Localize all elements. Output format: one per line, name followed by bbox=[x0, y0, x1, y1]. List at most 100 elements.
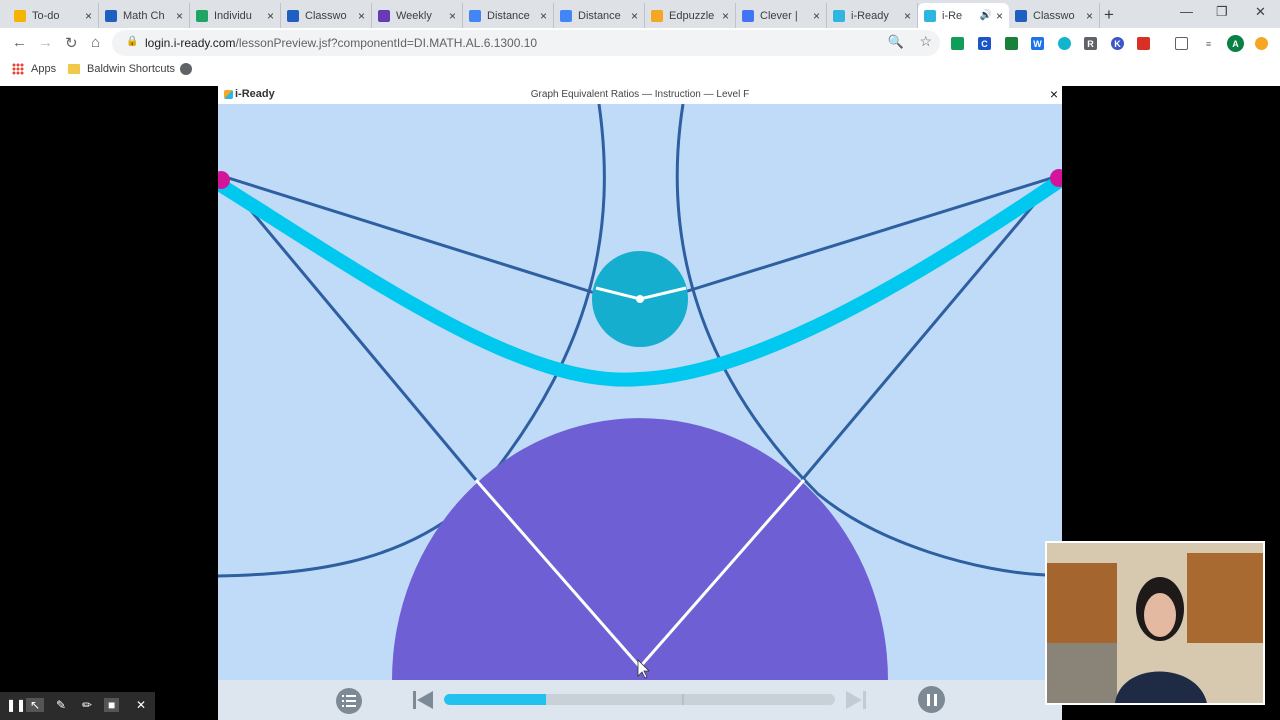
lesson-header: i-Ready Graph Equivalent Ratios — Instru… bbox=[218, 86, 1062, 104]
close-tab-icon[interactable]: × bbox=[813, 9, 820, 23]
recorder-pen-icon[interactable]: ✎ bbox=[56, 698, 66, 712]
browser-tab[interactable]: Clever | × bbox=[736, 3, 827, 28]
browser-tab[interactable]: Edpuzzle × bbox=[645, 3, 736, 28]
close-tab-icon[interactable]: × bbox=[722, 9, 729, 23]
close-tab-icon[interactable]: × bbox=[904, 9, 911, 23]
tab-strip: To-do × Math Ch × Individu × Classwo × Weekly × Di… bbox=[0, 0, 1280, 28]
browser-tab[interactable]: Distance × bbox=[554, 3, 645, 28]
recorder-pointer-icon[interactable]: ↖ bbox=[26, 698, 45, 712]
close-tab-icon[interactable]: × bbox=[358, 9, 365, 23]
close-tab-icon[interactable]: × bbox=[540, 9, 547, 23]
bookmark-apps[interactable]: Apps bbox=[12, 63, 56, 75]
browser-tab-label: i-Re bbox=[942, 9, 963, 22]
reload-icon[interactable]: ↻ bbox=[65, 34, 78, 52]
lesson-animation bbox=[218, 104, 1062, 680]
google-docs-icon bbox=[560, 9, 572, 22]
bookmark-star-icon[interactable]: ☆ bbox=[919, 33, 932, 50]
close-tab-icon[interactable]: × bbox=[631, 9, 638, 23]
close-tab-icon[interactable]: × bbox=[1086, 9, 1093, 23]
extension-w-icon[interactable]: W bbox=[1031, 37, 1044, 50]
lock-icon[interactable]: 🔒 bbox=[126, 36, 138, 47]
profile-avatar[interactable]: A bbox=[1227, 35, 1244, 52]
close-window-button[interactable]: ✕ bbox=[1255, 4, 1266, 20]
browser-tab[interactable]: Classwo × bbox=[1009, 3, 1100, 28]
extension-classroom-icon[interactable] bbox=[951, 37, 964, 50]
google-docs-icon bbox=[469, 9, 481, 22]
browser-tab-label: Individu bbox=[214, 9, 252, 22]
browser-tab[interactable]: Weekly × bbox=[372, 3, 463, 28]
player-controls bbox=[218, 680, 1062, 720]
url-host: login.i-ready.com bbox=[145, 36, 236, 50]
google-classroom-icon bbox=[105, 9, 117, 22]
close-tab-icon[interactable]: × bbox=[449, 9, 456, 23]
recorder-camera-icon[interactable]: ■ bbox=[104, 698, 120, 712]
minimize-button[interactable]: — bbox=[1180, 4, 1193, 19]
queue-icon[interactable]: ≡ bbox=[1202, 37, 1215, 50]
speaker-icon[interactable]: 🔊 bbox=[980, 10, 992, 21]
arc-line-left-upper bbox=[221, 174, 599, 296]
edpuzzle-icon bbox=[651, 9, 663, 22]
browser-tab[interactable]: Individu × bbox=[190, 3, 281, 28]
pause-button[interactable] bbox=[918, 686, 945, 713]
bookmark-globe[interactable] bbox=[180, 63, 192, 75]
small-wheel-hub bbox=[636, 295, 644, 303]
browser-tab[interactable]: Math Ch × bbox=[99, 3, 190, 28]
bookmarks-bar: Apps Baldwin Shortcuts bbox=[0, 58, 1280, 82]
close-tab-icon[interactable]: × bbox=[85, 9, 92, 23]
browser-tab[interactable]: To-do × bbox=[8, 3, 99, 28]
bookmark-baldwin-shortcuts[interactable]: Baldwin Shortcuts bbox=[68, 63, 175, 75]
arc-line-right-diagonal bbox=[800, 175, 1060, 481]
google-classroom-icon bbox=[14, 9, 26, 22]
globe-icon bbox=[180, 63, 192, 75]
restore-button[interactable]: ❐ bbox=[1216, 4, 1228, 20]
previous-button[interactable] bbox=[413, 691, 433, 709]
cast-icon[interactable] bbox=[1175, 37, 1188, 50]
close-tab-icon[interactable]: × bbox=[996, 9, 1003, 23]
browser-tab[interactable]: i-Ready × bbox=[827, 3, 918, 28]
browser-toolbar: ← → ↻ ⌂ 🔒 login.i-ready.com/lessonPrevie… bbox=[0, 28, 1280, 58]
google-classroom-icon bbox=[1015, 9, 1027, 22]
recorder-highlighter-icon[interactable]: ✏ bbox=[82, 698, 92, 712]
recorder-pause-icon[interactable]: ❚❚ bbox=[6, 698, 26, 712]
update-icon[interactable] bbox=[1255, 37, 1268, 50]
browser-tab-label: To-do bbox=[32, 9, 60, 22]
progress-section-marker bbox=[682, 694, 684, 705]
bookmark-apps-label: Apps bbox=[31, 63, 57, 75]
back-icon[interactable]: ← bbox=[12, 34, 27, 51]
extension-r-icon[interactable]: R bbox=[1084, 37, 1097, 50]
recorder-close-icon[interactable]: ✕ bbox=[136, 698, 146, 712]
extension-record-icon[interactable] bbox=[1137, 37, 1150, 50]
menu-button[interactable] bbox=[336, 688, 362, 714]
browser-tab-label: i-Ready bbox=[851, 9, 889, 22]
webcam-overlay bbox=[1045, 541, 1265, 705]
browser-tab[interactable]: Classwo × bbox=[281, 3, 372, 28]
close-lesson-button[interactable]: × bbox=[1050, 86, 1058, 102]
extension-c-icon[interactable]: C bbox=[978, 37, 991, 50]
new-tab-button[interactable]: + bbox=[1104, 5, 1114, 25]
extension-k-icon[interactable]: K bbox=[1111, 37, 1124, 50]
home-icon[interactable]: ⌂ bbox=[91, 34, 100, 51]
browser-tab-label: Edpuzzle bbox=[669, 9, 715, 22]
browser-tab-label: Clever | bbox=[760, 9, 798, 22]
bookmark-baldwin-label: Baldwin Shortcuts bbox=[87, 63, 176, 75]
address-bar[interactable]: 🔒 login.i-ready.com/lessonPreview.jsf?co… bbox=[112, 30, 940, 56]
close-tab-icon[interactable]: × bbox=[267, 9, 274, 23]
forward-icon[interactable]: → bbox=[38, 34, 53, 51]
large-semicircle bbox=[392, 418, 888, 680]
apps-grid-icon bbox=[12, 63, 24, 75]
browser-tab-label: Classwo bbox=[1033, 9, 1075, 22]
url-text[interactable]: login.i-ready.com/lessonPreview.jsf?comp… bbox=[145, 36, 537, 50]
browser-chrome: To-do × Math Ch × Individu × Classwo × Weekly × Di… bbox=[0, 0, 1280, 86]
browser-tab-label: Weekly bbox=[396, 9, 432, 22]
iready-icon bbox=[924, 9, 936, 22]
browser-tab[interactable]: i-Re 🔊 × bbox=[918, 3, 1009, 28]
extension-screencastify-icon[interactable] bbox=[1058, 37, 1071, 50]
next-button[interactable] bbox=[846, 691, 866, 709]
browser-tab[interactable]: Distance × bbox=[463, 3, 554, 28]
extension-cast-green-icon[interactable] bbox=[1005, 37, 1018, 50]
lesson-stage bbox=[218, 104, 1062, 680]
arc-line-right-upper bbox=[677, 174, 1059, 296]
progress-bar[interactable] bbox=[444, 694, 835, 705]
zoom-icon[interactable]: 🔍 bbox=[888, 34, 904, 50]
close-tab-icon[interactable]: × bbox=[176, 9, 183, 23]
